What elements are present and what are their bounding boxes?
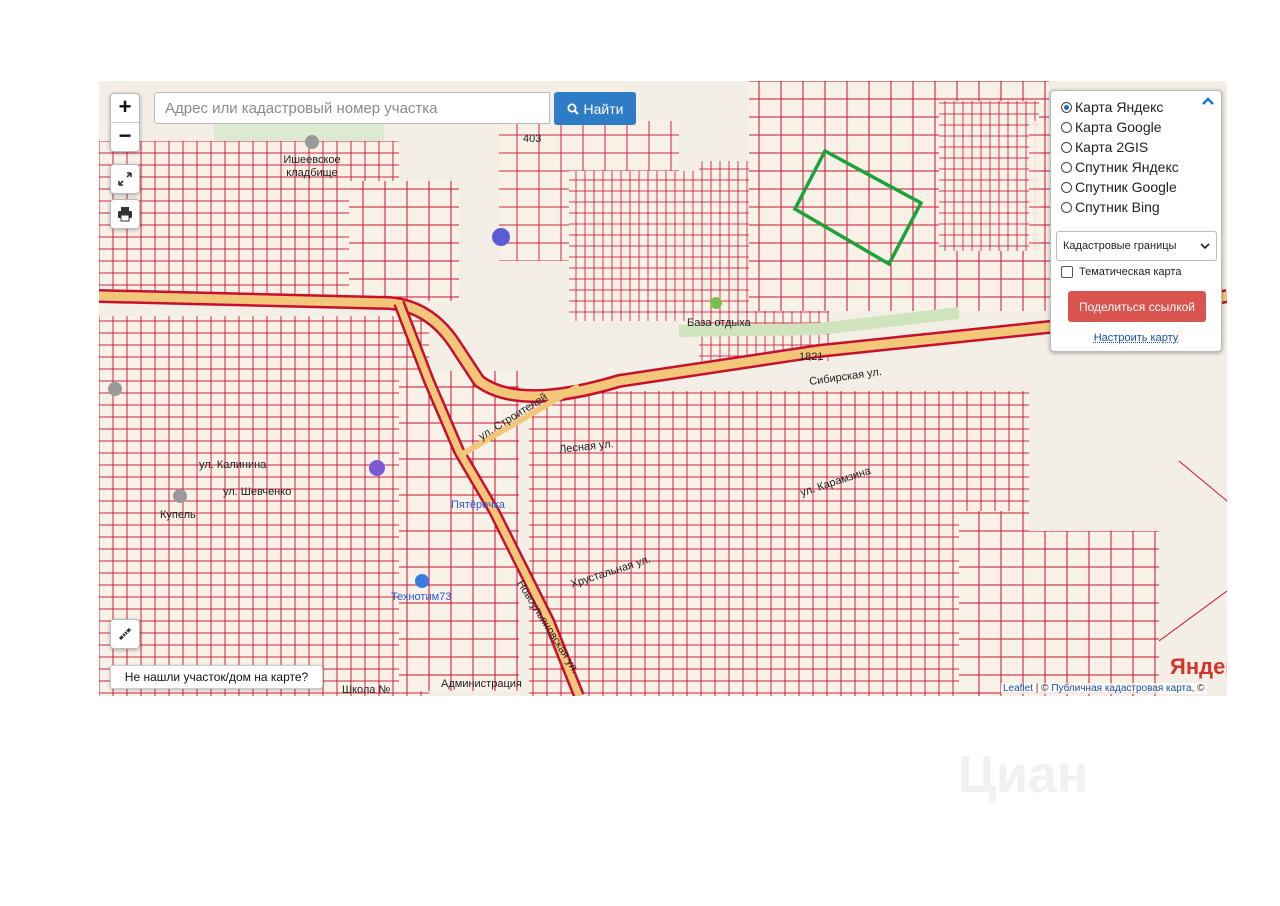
- overlay-select[interactable]: Кадастровые границы: [1056, 231, 1217, 261]
- street-label: ул. Шевченко: [223, 486, 292, 498]
- zoom-in-button[interactable]: +: [111, 94, 139, 122]
- layer-option-label: Спутник Bing: [1075, 199, 1160, 215]
- layer-option-bing-satellite[interactable]: Спутник Bing: [1061, 197, 1160, 217]
- printer-icon: [118, 207, 132, 222]
- poi-label: Купель: [160, 509, 196, 521]
- layer-option-2gis-map[interactable]: Карта 2GIS: [1061, 137, 1148, 157]
- radio-icon: [1061, 201, 1072, 213]
- print-button[interactable]: [110, 199, 140, 229]
- yandex-logo: Яндекс: [1170, 654, 1227, 679]
- layer-option-label: Карта 2GIS: [1075, 139, 1149, 155]
- leaflet-link[interactable]: Leaflet: [1003, 683, 1033, 694]
- measure-button[interactable]: [110, 619, 140, 649]
- radio-icon: [1061, 121, 1072, 133]
- not-found-button[interactable]: Не нашли участок/дом на карте?: [110, 665, 323, 689]
- map-view[interactable]: Ишеевское кладбище 403 ул. Строителей Си…: [99, 81, 1227, 696]
- radio-icon: [1061, 101, 1072, 113]
- search-button-label: Найти: [583, 100, 624, 117]
- layer-option-yandex-map[interactable]: Карта Яндекс: [1061, 97, 1163, 117]
- chevron-up-icon[interactable]: [1201, 96, 1215, 106]
- thematic-map-label: Тематическая карта: [1079, 266, 1182, 278]
- attribution-tail: , ©: [1191, 683, 1205, 694]
- layer-option-google-map[interactable]: Карта Google: [1061, 117, 1162, 137]
- search-input[interactable]: [154, 92, 550, 124]
- street-label: ул. Калинина: [199, 459, 267, 471]
- checkbox-icon[interactable]: [1061, 266, 1073, 278]
- layer-option-label: Спутник Google: [1075, 179, 1177, 195]
- zoom-control: + −: [110, 93, 140, 152]
- layer-panel: Карта Яндекс Карта Google Карта 2GIS Спу…: [1050, 90, 1222, 352]
- layer-option-yandex-satellite[interactable]: Спутник Яндекс: [1061, 157, 1179, 177]
- fullscreen-button[interactable]: [110, 164, 140, 194]
- search-button[interactable]: Найти: [554, 92, 636, 125]
- radio-icon: [1061, 141, 1072, 153]
- radio-icon: [1061, 181, 1072, 193]
- poi-label: База отдыха: [687, 317, 751, 329]
- poi-label: Пятёрочка: [451, 499, 505, 511]
- layer-option-label: Спутник Яндекс: [1075, 159, 1179, 175]
- thematic-map-toggle[interactable]: Тематическая карта: [1061, 266, 1181, 278]
- overlay-select-value: Кадастровые границы: [1063, 240, 1177, 252]
- poi-label: Технотим73: [391, 591, 452, 603]
- plot-label: 403: [523, 133, 542, 145]
- configure-map-link[interactable]: Настроить карту: [1051, 332, 1221, 344]
- poi-label: Школа №: [342, 684, 391, 696]
- poi-label: Администрация: [441, 678, 522, 690]
- ruler-icon: [118, 627, 132, 641]
- layer-option-label: Карта Google: [1075, 119, 1162, 135]
- radio-icon: [1061, 161, 1072, 173]
- layer-option-google-satellite[interactable]: Спутник Google: [1061, 177, 1177, 197]
- watermark: Циан: [958, 746, 1089, 804]
- share-link-button[interactable]: Поделиться ссылкой: [1068, 291, 1206, 322]
- layer-option-label: Карта Яндекс: [1075, 99, 1164, 115]
- zoom-out-button[interactable]: −: [111, 122, 139, 151]
- cemetery-label: Ишеевское кладбище: [283, 154, 341, 179]
- plot-label: 1821: [799, 351, 824, 363]
- search-icon: [567, 103, 579, 115]
- attribution-separator: | ©: [1033, 683, 1052, 694]
- cadastre-map-link[interactable]: Публичная кадастровая карта: [1051, 683, 1191, 694]
- expand-icon: [118, 172, 132, 186]
- map-attribution: Leaflet | © Публичная кадастровая карта,…: [1001, 683, 1207, 694]
- chevron-down-icon: [1200, 242, 1210, 249]
